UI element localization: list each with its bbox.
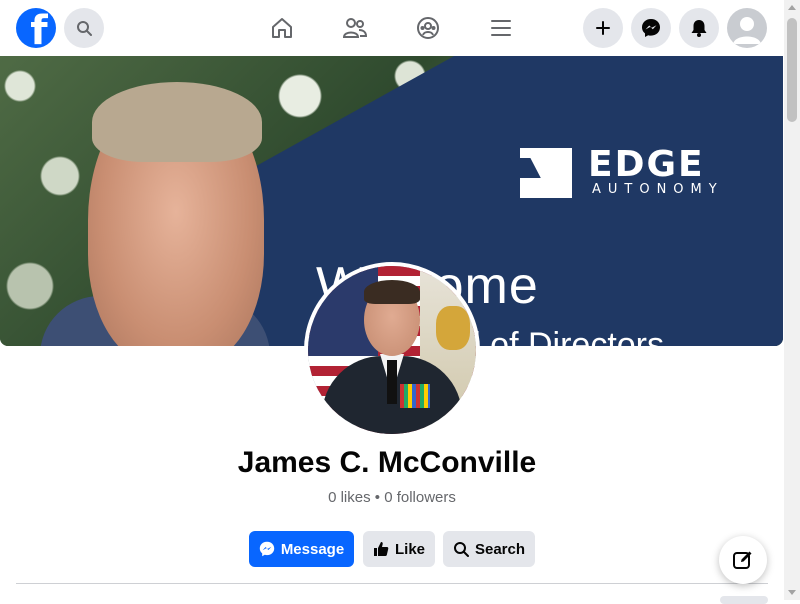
thumbs-up-icon <box>373 541 389 557</box>
nav-home[interactable] <box>268 14 296 42</box>
nav-friends[interactable] <box>341 14 369 42</box>
messenger-icon <box>642 19 660 37</box>
facebook-logo[interactable]: f <box>16 8 56 48</box>
notifications-button[interactable] <box>679 8 719 48</box>
like-button-label: Like <box>394 540 425 558</box>
message-button[interactable]: Message <box>249 531 354 567</box>
section-divider <box>16 583 768 584</box>
groups-icon <box>417 17 439 39</box>
like-button[interactable]: Like <box>363 531 435 567</box>
nav-groups[interactable] <box>414 14 442 42</box>
search-icon <box>77 21 92 36</box>
search-icon <box>453 541 469 557</box>
message-button-label: Message <box>280 540 345 558</box>
edge-autonomy-logo: EDGE AUTONOMY <box>520 144 760 212</box>
medal-ribbons <box>400 384 430 408</box>
edge-logo-word: EDGE <box>588 144 705 185</box>
menu-icon <box>491 20 511 36</box>
person-tie <box>387 360 397 404</box>
search-profile-button[interactable]: Search <box>443 531 535 567</box>
nav-menu[interactable] <box>487 14 515 42</box>
friends-icon <box>342 18 368 38</box>
messenger-button[interactable] <box>631 8 671 48</box>
account-avatar[interactable] <box>727 8 767 48</box>
scrollbar[interactable] <box>784 0 800 600</box>
scroll-up-arrow[interactable] <box>788 5 796 10</box>
profile-picture[interactable] <box>304 262 480 438</box>
profile-photo <box>308 266 476 434</box>
messenger-icon <box>259 541 275 557</box>
army-seal <box>436 306 470 350</box>
partial-element <box>720 596 768 604</box>
home-icon <box>272 18 292 38</box>
create-button[interactable] <box>583 8 623 48</box>
edge-logo-mark <box>520 148 572 198</box>
cover-person-hair <box>92 82 262 162</box>
search-button-label: Search <box>474 540 526 558</box>
bell-icon <box>691 20 707 37</box>
compose-icon <box>733 551 752 569</box>
scroll-thumb[interactable] <box>787 18 797 122</box>
search-button[interactable] <box>64 8 104 48</box>
person-hair <box>364 280 420 304</box>
profile-name: James C. McConville <box>237 446 537 479</box>
avatar <box>733 17 761 44</box>
profile-stats[interactable]: 0 likes • 0 followers <box>0 489 784 506</box>
facebook-logo-letter: f <box>30 8 48 48</box>
plus-icon <box>596 21 610 35</box>
top-navigation-bar: f <box>0 0 784 56</box>
scroll-down-arrow[interactable] <box>788 590 796 595</box>
new-message-button[interactable] <box>719 536 767 584</box>
edge-logo-sub: AUTONOMY <box>592 182 724 197</box>
